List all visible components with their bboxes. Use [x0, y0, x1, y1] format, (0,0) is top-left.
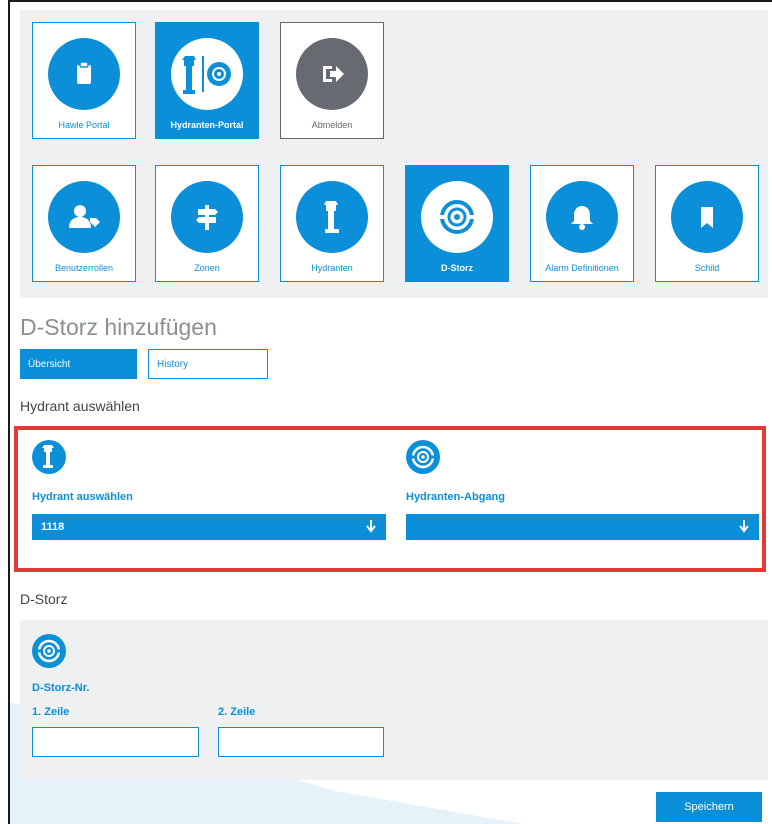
tile-label: Abmelden [311, 120, 353, 130]
tile-benutzerrollen[interactable]: Benutzerrollen [32, 165, 136, 282]
tile-label: Hydranten [311, 263, 353, 273]
tile-label: Zonen [194, 263, 220, 273]
tiles-panel: Hawle Portal Hydranten-Portal Abmelden B… [20, 10, 768, 298]
line1-input[interactable] [32, 727, 199, 757]
signpost-icon [171, 181, 243, 253]
outlet-field-label: Hydranten-Abgang [406, 491, 505, 503]
arrow-down-icon [366, 520, 376, 533]
save-button[interactable]: Speichern [656, 792, 762, 822]
hydrant-select-value: 1118 [41, 521, 65, 533]
line1-label: 1. Zeile [32, 706, 70, 718]
bell-icon [546, 181, 618, 253]
hydrant-section-title: Hydrant auswählen [20, 398, 140, 414]
tile-alarm-definitionen[interactable]: Alarm Definitionen [530, 165, 634, 282]
tile-zonen[interactable]: Zonen [155, 165, 259, 282]
arrow-down-icon [739, 520, 749, 533]
coupling-icon [406, 440, 440, 474]
tile-hydranten-portal[interactable]: Hydranten-Portal [155, 22, 259, 139]
dstorz-nr-label: D-Storz-Nr. [32, 682, 90, 694]
outlet-select[interactable] [406, 514, 759, 540]
line2-label: 2. Zeile [218, 706, 256, 718]
tile-label: Hydranten-Portal [170, 120, 244, 130]
hydrant-icon [32, 440, 66, 474]
tile-label: Benutzerrollen [54, 263, 114, 273]
hydrant-select[interactable]: 1118 [32, 514, 386, 540]
dstorz-panel: D-Storz-Nr. 1. Zeile 2. Zeile [20, 620, 768, 780]
tile-hydranten[interactable]: Hydranten [280, 165, 384, 282]
tile-schild[interactable]: Schild [655, 165, 759, 282]
page-title: D-Storz hinzufügen [20, 314, 217, 340]
line2-input[interactable] [218, 727, 384, 757]
dstorz-section-title: D-Storz [20, 591, 68, 607]
hydrant-field-label: Hydrant auswählen [32, 491, 133, 503]
logout-icon [296, 38, 368, 110]
bookmark-icon [671, 181, 743, 253]
hydrant-icon [296, 181, 368, 253]
tile-d-storz[interactable]: D-Storz [405, 165, 509, 282]
tab-overview[interactable]: Übersicht [20, 349, 137, 379]
tile-label: Alarm Definitionen [545, 263, 619, 273]
tile-label: D-Storz [441, 263, 473, 273]
tab-history[interactable]: History [148, 349, 268, 379]
coupling-icon [32, 634, 66, 668]
tile-label: Hawle Portal [58, 120, 110, 130]
coupling-icon [421, 181, 493, 253]
clipboard-icon [48, 38, 120, 110]
tile-hawle-portal[interactable]: Hawle Portal [32, 22, 136, 139]
hydrant-portal-icon [171, 38, 243, 110]
user-roles-icon [48, 181, 120, 253]
tile-label: Schild [694, 263, 720, 273]
tile-logout[interactable]: Abmelden [280, 22, 384, 139]
